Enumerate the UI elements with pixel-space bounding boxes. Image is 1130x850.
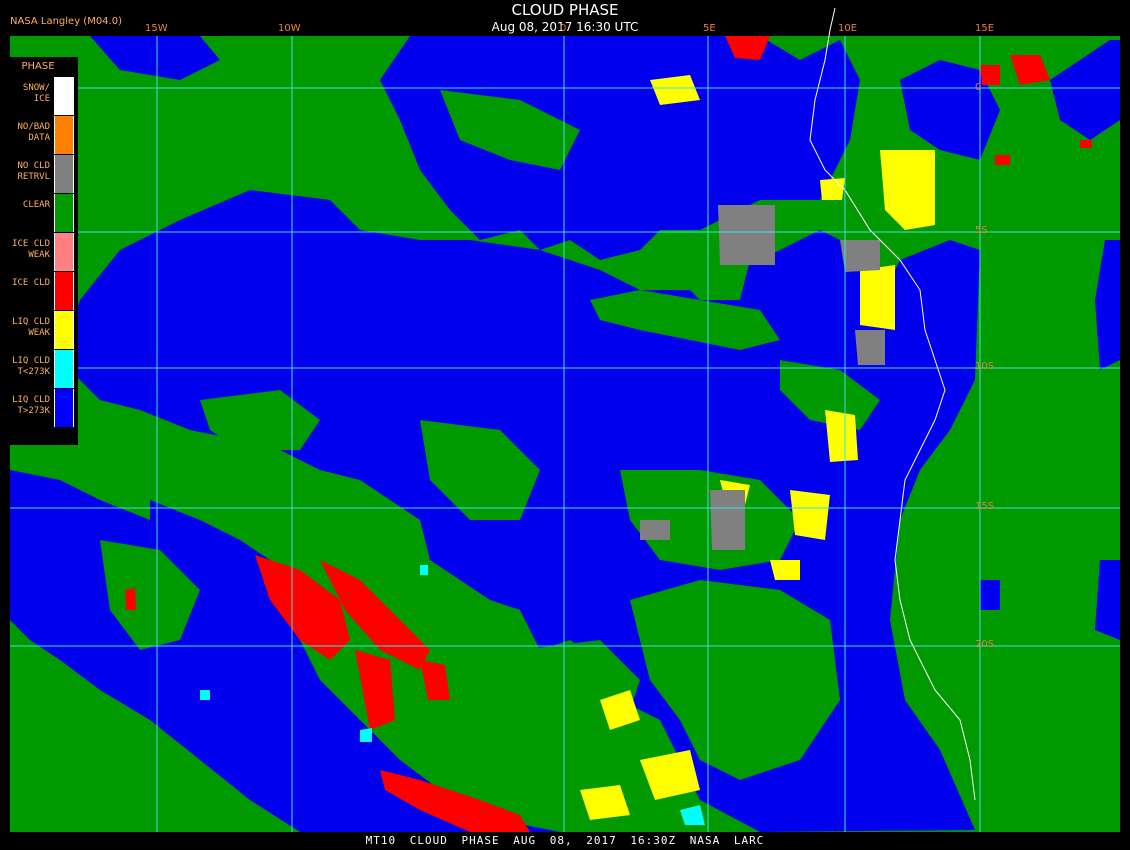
lat-label: 5S: [975, 225, 988, 236]
legend-item-label: LIQ CLD WEAK: [12, 317, 50, 338]
lon-label: 10E: [838, 23, 858, 34]
legend-swatch: [54, 233, 74, 271]
lon-label: 15E: [975, 23, 995, 34]
lat-label: 0: [975, 82, 982, 93]
legend-item-label: LIQ CLD T<273K: [12, 356, 50, 377]
map-title: CLOUD PHASE: [511, 1, 619, 19]
legend-item-label: NO CLD RETRVL: [17, 161, 50, 182]
legend-item: LIQ CLD T>273K: [8, 389, 78, 427]
legend-item: LIQ CLD T<273K: [8, 350, 78, 388]
legend-swatch: [54, 350, 74, 388]
legend-item: NO CLD RETRVL: [8, 155, 78, 193]
lon-label: 15W: [145, 23, 168, 34]
lat-label: 15S: [975, 501, 995, 512]
legend-item-label: SNOW/ ICE: [22, 83, 50, 104]
legend-swatch: [54, 272, 74, 310]
lon-label: 5E: [703, 23, 716, 34]
lon-label: 0: [560, 23, 567, 34]
legend-item-label: CLEAR: [22, 200, 50, 210]
legend-swatch: [54, 389, 74, 427]
legend-item: SNOW/ ICE: [8, 77, 78, 115]
lat-label: 20S: [975, 639, 995, 650]
lat-label: 10S: [975, 361, 995, 372]
legend-item-label: ICE CLD WEAK: [12, 239, 50, 260]
phase-legend: PHASE SNOW/ ICE NO/BAD DATA NO CLD RETRVL C…: [8, 57, 78, 445]
legend-item: ICE CLD WEAK: [8, 233, 78, 271]
legend-item-label: NO/BAD DATA: [17, 122, 50, 143]
lon-label: 10W: [278, 23, 301, 34]
legend-item: LIQ CLD WEAK: [8, 311, 78, 349]
cloud-phase-map: [0, 0, 1130, 850]
footer-caption: MT10 CLOUD PHASE AUG 08, 2017 16:30Z NAS…: [365, 834, 765, 847]
legend-swatch: [54, 77, 74, 115]
legend-item-label: LIQ CLD T>273K: [12, 395, 50, 416]
legend-swatch: [54, 311, 74, 349]
legend-swatch: [54, 116, 74, 154]
legend-item: ICE CLD: [8, 272, 78, 310]
legend-swatch: [54, 155, 74, 193]
legend-swatch: [54, 194, 74, 232]
legend-item: CLEAR: [8, 194, 78, 232]
legend-heading: PHASE: [21, 61, 55, 72]
legend-item-label: ICE CLD: [12, 278, 50, 288]
legend-item: NO/BAD DATA: [8, 116, 78, 154]
